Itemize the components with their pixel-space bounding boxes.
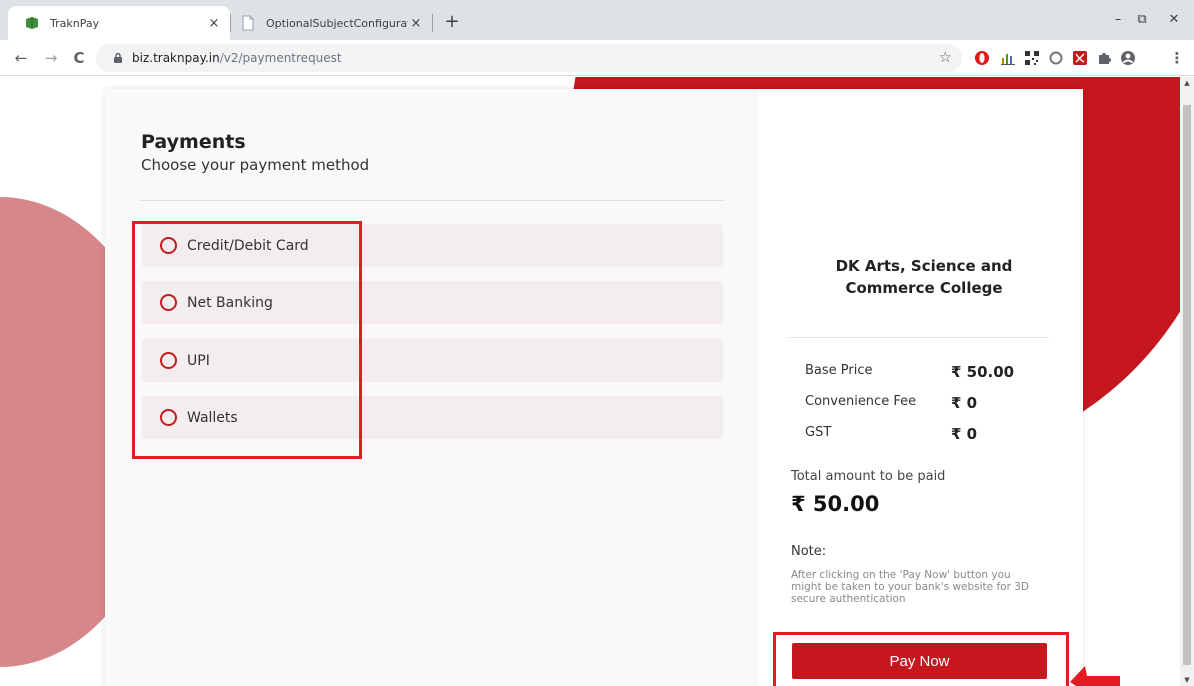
scroll-down-arrow-icon[interactable]: ▼ (1182, 676, 1192, 684)
browser-toolbar: ← → C biz.traknpay.in/v2/paymentrequest … (0, 40, 1194, 76)
pdf-icon[interactable] (1072, 50, 1088, 66)
tab-title: OptionalSubjectConfiguration (266, 16, 408, 30)
puzzle-icon[interactable] (1096, 50, 1112, 66)
forward-button[interactable]: → (40, 47, 62, 69)
base-price-label: Base Price (805, 363, 873, 378)
gst-label: GST (805, 425, 832, 440)
tab-separator (432, 14, 433, 32)
highlight-box-pay-now (773, 632, 1069, 686)
new-tab-button[interactable]: + (440, 10, 464, 34)
note-label: Note: (791, 544, 827, 559)
page-subtitle: Choose your payment method (141, 156, 370, 174)
reload-button[interactable]: C (68, 47, 90, 69)
restore-button[interactable]: ⧉ (1124, 8, 1160, 32)
convenience-fee-label: Convenience Fee (805, 394, 917, 409)
lock-icon (114, 52, 122, 63)
annotation-arrow-icon (1070, 666, 1120, 686)
scroll-up-arrow-icon[interactable]: ▲ (1182, 79, 1192, 87)
profile-icon[interactable] (1120, 50, 1136, 66)
scrollbar-thumb[interactable] (1183, 105, 1191, 665)
gst-value: ₹ 0 (951, 425, 978, 443)
traknpay-favicon-icon (26, 17, 38, 29)
document-favicon-icon (242, 15, 254, 31)
opera-icon[interactable] (974, 50, 990, 66)
circle-icon[interactable] (1048, 50, 1064, 66)
total-label: Total amount to be paid (791, 469, 946, 484)
page-scrollbar[interactable]: ▲ ▼ (1180, 77, 1194, 686)
page-viewport: Payments Choose your payment method Cred… (0, 77, 1180, 686)
divider (789, 337, 1049, 338)
menu-icon[interactable]: ⋮ (1166, 47, 1188, 69)
total-amount: ₹ 50.00 (791, 492, 880, 516)
browser-tab-traknpay[interactable]: TraknPay × (8, 6, 230, 40)
order-summary-panel: DK Arts, Science and Commerce College Ba… (759, 89, 1083, 686)
qr-icon[interactable] (1024, 50, 1040, 66)
back-button[interactable]: ← (10, 47, 32, 69)
address-bar[interactable]: biz.traknpay.in/v2/paymentrequest ☆ (96, 44, 962, 72)
tab-close-icon[interactable]: × (206, 16, 222, 31)
convenience-fee-value: ₹ 0 (951, 394, 978, 412)
browser-tab-optional-subject[interactable]: OptionalSubjectConfiguration × (232, 6, 432, 40)
url-path: /v2/paymentrequest (219, 51, 342, 65)
page-title: Payments (141, 131, 246, 153)
bookmark-star-icon[interactable]: ☆ (939, 48, 952, 66)
tab-close-icon[interactable]: × (408, 16, 424, 31)
chart-icon[interactable] (1000, 50, 1016, 66)
close-window-button[interactable]: ✕ (1156, 8, 1192, 32)
base-price-value: ₹ 50.00 (951, 363, 1015, 381)
divider (141, 200, 723, 201)
tab-title: TraknPay (50, 16, 100, 30)
tab-separator (230, 14, 231, 32)
url-host: biz.traknpay.in (132, 51, 220, 65)
note-text: After clicking on the 'Pay Now' button y… (791, 569, 1030, 605)
browser-tab-bar: TraknPay × OptionalSubjectConfiguration … (0, 0, 1194, 40)
college-name: DK Arts, Science and Commerce College (835, 257, 1013, 297)
highlight-box-payment-options (132, 221, 362, 459)
